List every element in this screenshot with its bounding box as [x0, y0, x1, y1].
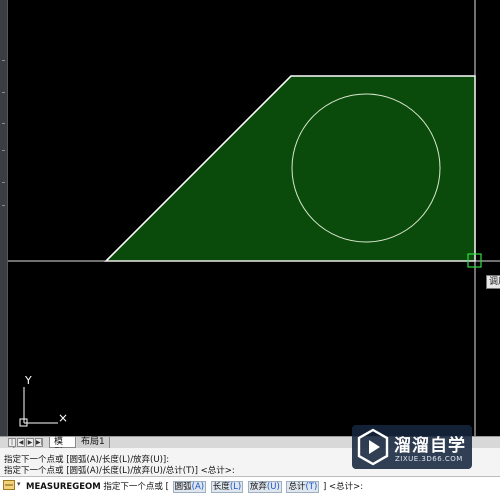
- play-logo-icon: [357, 428, 389, 466]
- left-toolbar-strip: [0, 0, 8, 436]
- command-line[interactable]: ▾ MEASUREGEOM 指定下一个点或 [ 圆弧(A) 长度(L) 放弃(U…: [0, 476, 500, 493]
- ucs-x-label: ×: [58, 411, 68, 425]
- option-arc[interactable]: 圆弧(A): [172, 481, 207, 493]
- command-prompt[interactable]: MEASUREGEOM 指定下一个点或 [ 圆弧(A) 长度(L) 放弃(U) …: [26, 480, 364, 493]
- command-line-icon[interactable]: [3, 480, 15, 490]
- ucs-icon: Y ×: [19, 374, 68, 427]
- prompt-suffix: ] <总计>:: [323, 482, 364, 492]
- watermark-brand: 溜溜自学: [394, 436, 466, 456]
- first-tab-icon[interactable]: |◀: [8, 438, 16, 453]
- history-line: 指定下一个点或 [圆弧(A)/长度(L)/放弃(U)/总计(T)] <总计>:: [4, 466, 235, 476]
- command-name: MEASUREGEOM: [26, 482, 101, 492]
- command-dropdown-icon[interactable]: ▾: [17, 480, 21, 488]
- option-undo[interactable]: 放弃(U): [247, 481, 282, 493]
- watermark: 溜溜自学 ZIXUE.3D66.COM: [352, 425, 472, 469]
- trapezoid-hatch[interactable]: [104, 75, 476, 262]
- prompt-text: 指定下一个点或 [: [103, 482, 169, 492]
- next-tab-icon[interactable]: ▶: [26, 438, 34, 447]
- strip-tick: [2, 60, 5, 61]
- tab-layout1[interactable]: 布局1: [77, 437, 110, 448]
- option-total[interactable]: 总计(T): [286, 481, 320, 493]
- strip-tick: [2, 92, 5, 93]
- strip-tick: [2, 205, 5, 206]
- model-space[interactable]: Y ×: [8, 0, 500, 436]
- ucs-y-label: Y: [24, 374, 32, 387]
- cursor-tooltip: 调用: [486, 275, 500, 289]
- last-tab-icon[interactable]: ▶|: [35, 438, 43, 447]
- option-length[interactable]: 长度(L): [210, 481, 244, 493]
- strip-tick: [2, 182, 5, 183]
- prev-tab-icon[interactable]: ◀: [17, 438, 25, 447]
- tab-model[interactable]: 模型: [49, 437, 76, 458]
- strip-tick: [2, 150, 5, 151]
- drawing-canvas[interactable]: Y ×: [8, 0, 500, 436]
- strip-tick: [2, 123, 5, 124]
- watermark-url: ZIXUE.3D66.COM: [395, 455, 463, 463]
